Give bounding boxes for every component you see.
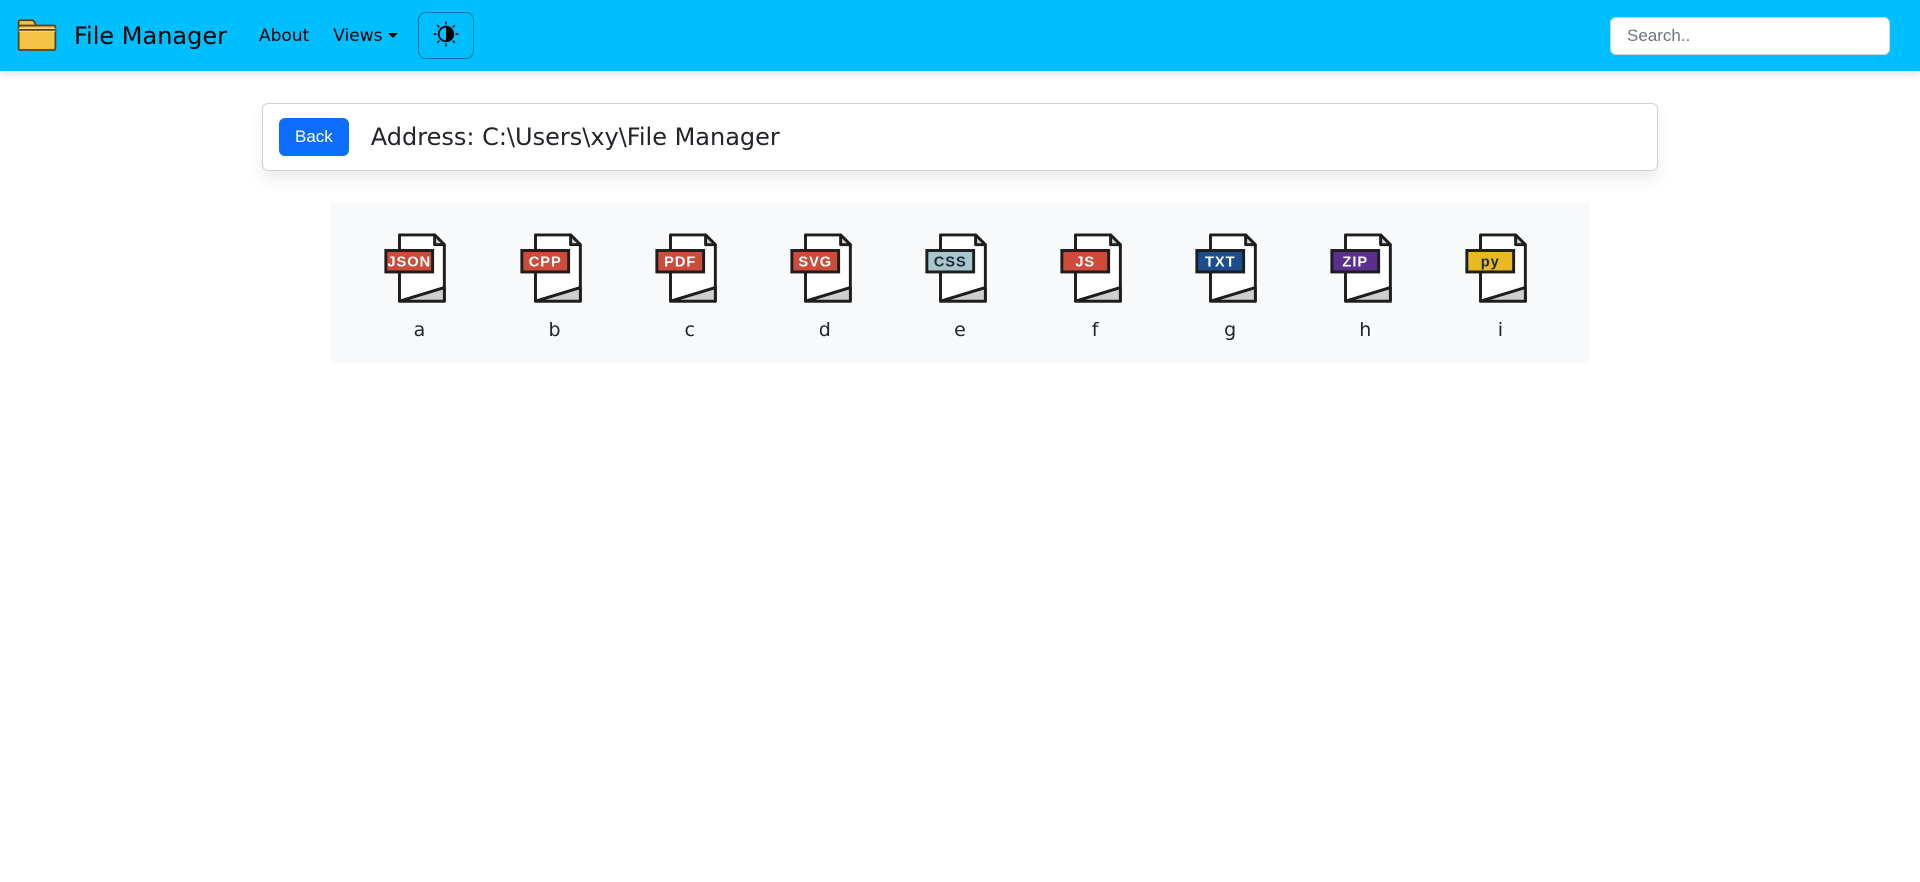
file-type-icon: ZIP <box>1326 231 1404 309</box>
file-type-icon: JSON <box>380 231 458 309</box>
file-item[interactable]: TXT g <box>1165 231 1296 341</box>
back-button[interactable]: Back <box>279 118 349 156</box>
file-type-icon: TXT <box>1191 231 1269 309</box>
file-type-icon: PDF <box>651 231 729 309</box>
svg-text:JS: JS <box>1075 255 1095 271</box>
file-name-label: f <box>1092 319 1099 341</box>
file-type-icon: SVG <box>786 231 864 309</box>
file-name-label: a <box>414 319 426 341</box>
file-name-label: d <box>819 319 831 341</box>
svg-text:ZIP: ZIP <box>1343 255 1369 271</box>
nav-about[interactable]: About <box>247 18 321 54</box>
file-type-icon: py <box>1461 231 1539 309</box>
file-item[interactable]: SVG d <box>759 231 890 341</box>
brand-label: File Manager <box>74 22 227 50</box>
brand[interactable]: File Manager <box>16 15 227 57</box>
file-name-label: b <box>549 319 561 341</box>
file-type-icon: JS <box>1056 231 1134 309</box>
svg-text:CPP: CPP <box>528 255 561 271</box>
file-item[interactable]: ZIP h <box>1300 231 1431 341</box>
svg-text:TXT: TXT <box>1205 255 1236 271</box>
address-text: Address: C:\Users\xy\File Manager <box>371 123 780 151</box>
file-name-label: c <box>684 319 694 341</box>
file-item[interactable]: PDF c <box>624 231 755 341</box>
file-name-label: g <box>1224 319 1236 341</box>
svg-text:JSON: JSON <box>388 255 432 271</box>
file-name-label: h <box>1359 319 1371 341</box>
theme-toggle-button[interactable] <box>418 12 474 59</box>
files-grid: JSON a CPP b PDF c SVG d CSS e JS f <box>354 231 1566 341</box>
svg-text:PDF: PDF <box>664 255 696 271</box>
svg-text:py: py <box>1481 255 1500 271</box>
file-item[interactable]: JS f <box>1030 231 1161 341</box>
nav-about-label: About <box>259 26 309 46</box>
files-panel: JSON a CPP b PDF c SVG d CSS e JS f <box>330 203 1590 363</box>
half-circle-icon <box>433 21 459 50</box>
file-item[interactable]: JSON a <box>354 231 485 341</box>
navbar: File Manager About Views <box>0 0 1920 71</box>
file-item[interactable]: CSS e <box>895 231 1026 341</box>
file-type-icon: CPP <box>516 231 594 309</box>
svg-text:CSS: CSS <box>934 255 967 271</box>
search-input[interactable] <box>1610 17 1890 55</box>
folder-icon <box>16 15 58 57</box>
file-item[interactable]: py i <box>1435 231 1566 341</box>
nav-views-dropdown[interactable]: Views <box>321 18 410 54</box>
chevron-down-icon <box>388 33 398 38</box>
nav-views-label: Views <box>333 26 382 46</box>
file-type-icon: CSS <box>921 231 999 309</box>
svg-text:SVG: SVG <box>798 255 832 271</box>
file-name-label: i <box>1498 319 1503 341</box>
address-card: Back Address: C:\Users\xy\File Manager <box>262 103 1658 171</box>
file-name-label: e <box>954 319 966 341</box>
file-item[interactable]: CPP b <box>489 231 620 341</box>
